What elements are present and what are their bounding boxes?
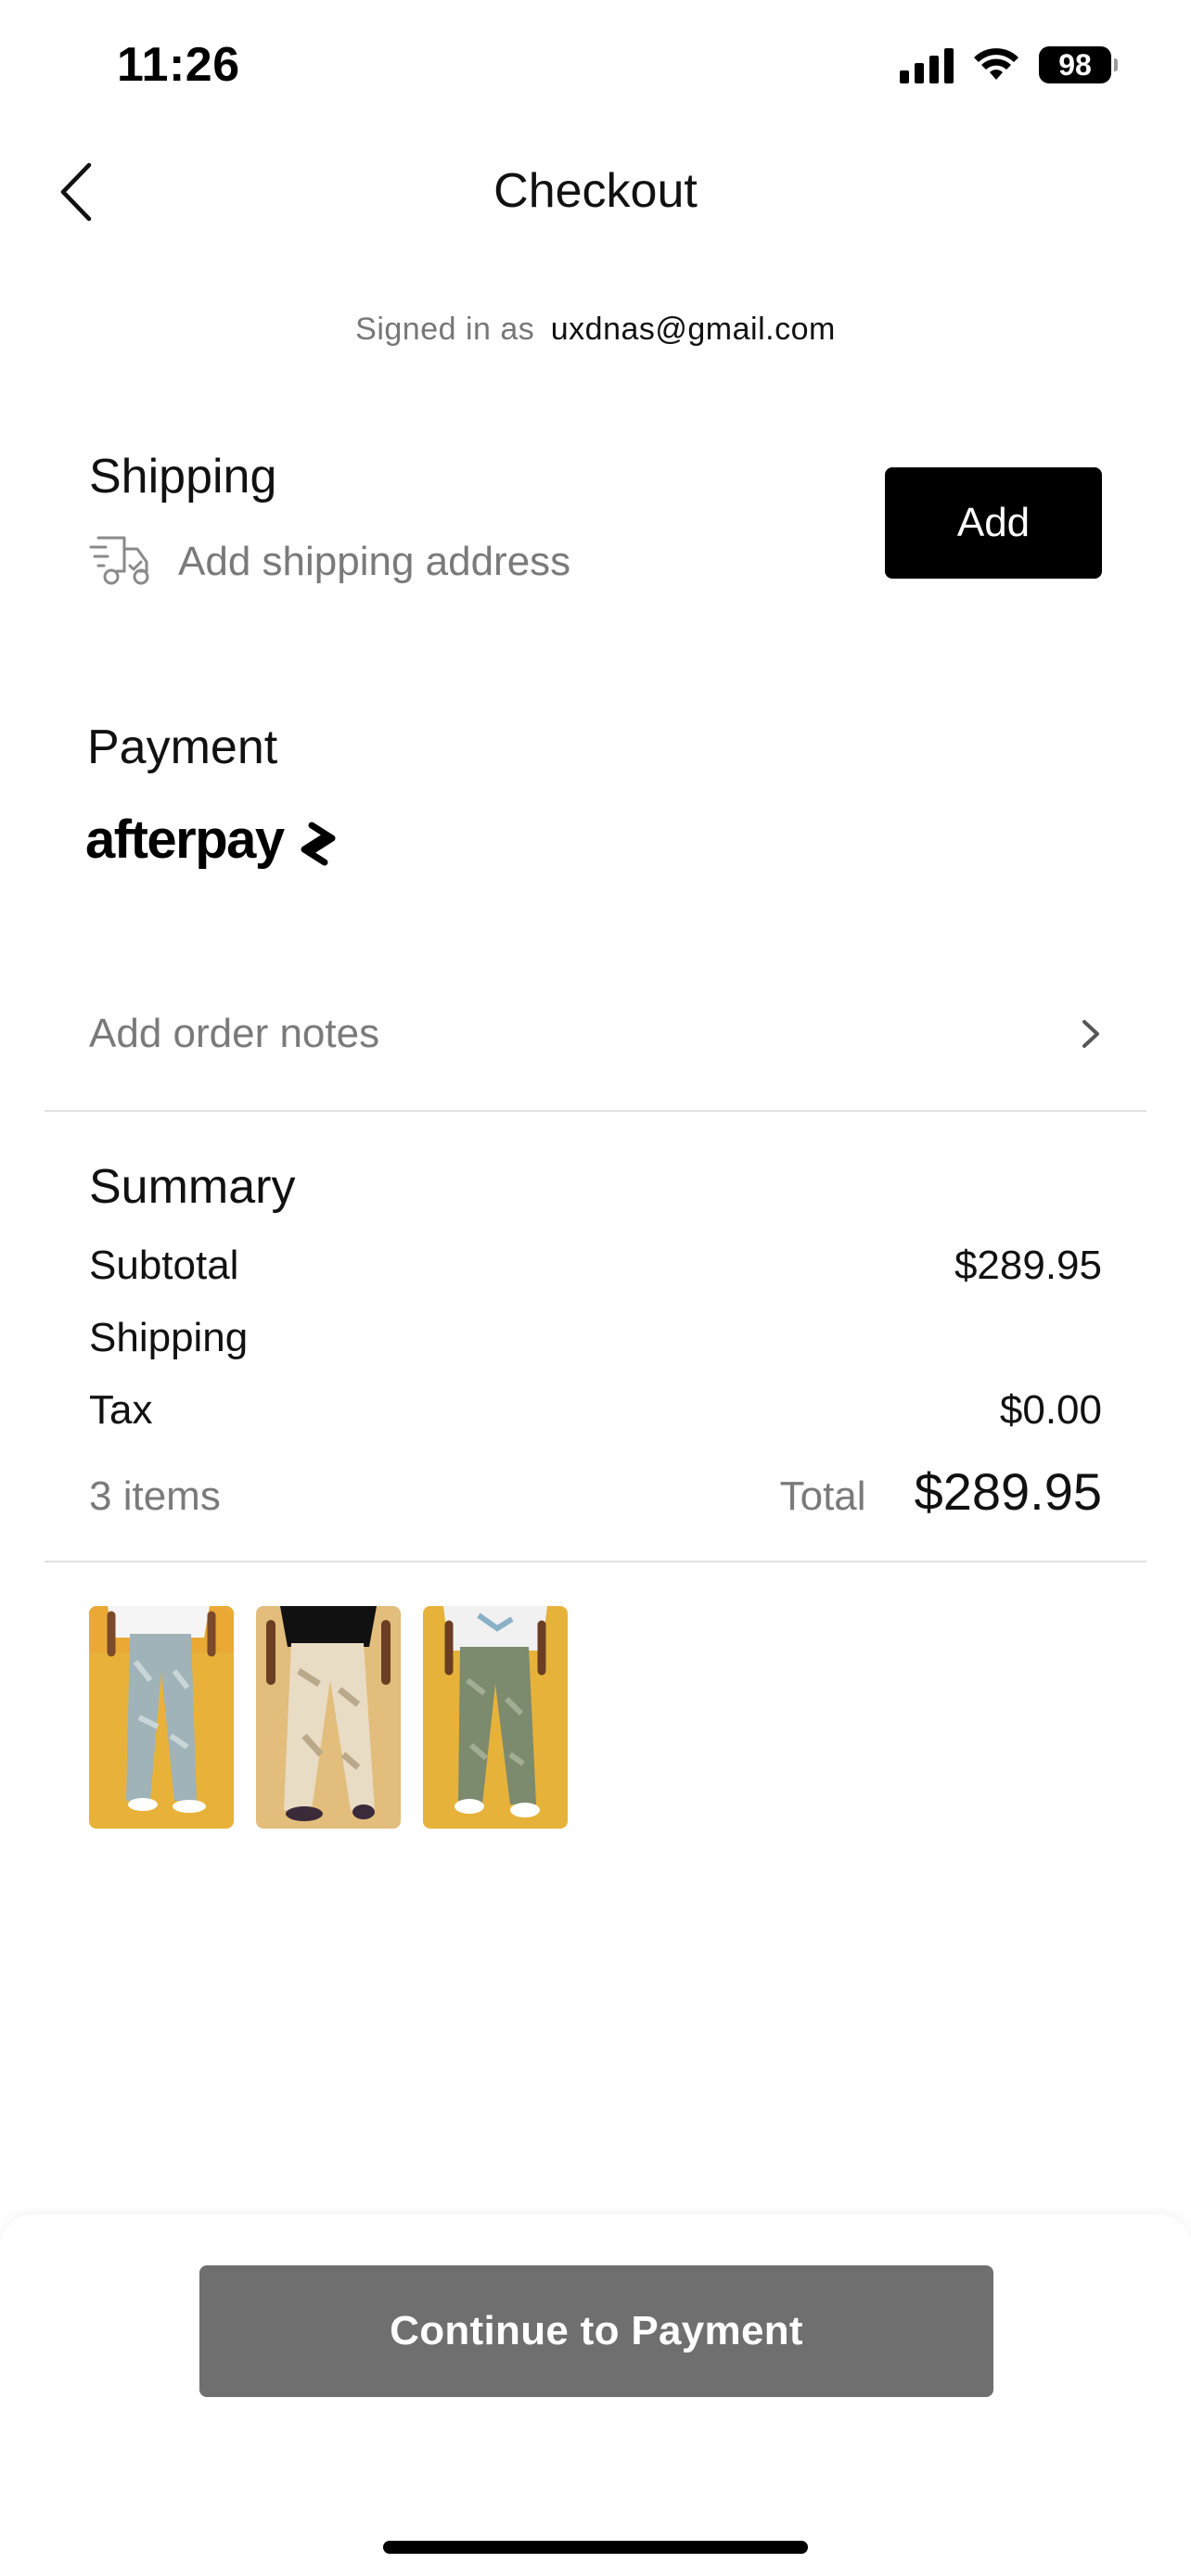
add-shipping-button[interactable]: Add xyxy=(885,467,1102,579)
summary-title: Summary xyxy=(89,1160,296,1214)
checkout-screen: 11:26 98 Checkout Signed in as uxdnas@gm… xyxy=(0,0,1191,2576)
summary-label: Subtotal xyxy=(89,1243,239,1288)
signed-in-info: Signed in as uxdnas@gmail.com xyxy=(0,312,1191,348)
order-notes-row[interactable]: Add order notes xyxy=(89,1001,1102,1066)
summary-value: $289.95 xyxy=(954,1243,1102,1288)
summary-label: Shipping xyxy=(89,1315,249,1360)
summary-row-subtotal: Subtotal $289.95 xyxy=(89,1243,1102,1289)
battery-icon: 98 xyxy=(1039,46,1118,83)
product-thumbnail[interactable] xyxy=(423,1606,568,1829)
cellular-signal-icon xyxy=(900,46,954,83)
afterpay-logo[interactable]: afterpay xyxy=(85,809,351,871)
jeans-image-3 xyxy=(423,1606,568,1829)
total-wrap: Total $289.95 xyxy=(780,1461,1102,1522)
wifi-icon xyxy=(974,48,1018,80)
order-notes-label: Add order notes xyxy=(89,1011,380,1056)
total-value: $289.95 xyxy=(914,1462,1102,1521)
status-time: 11:26 xyxy=(117,38,240,92)
chevron-right-icon xyxy=(1082,1020,1099,1048)
battery-level: 98 xyxy=(1058,47,1092,82)
add-shipping-address-row[interactable]: Add shipping address xyxy=(89,532,570,592)
continue-to-payment-button[interactable]: Continue to Payment xyxy=(199,2265,993,2397)
shipping-title: Shipping xyxy=(89,450,277,504)
home-indicator[interactable] xyxy=(383,2541,808,2554)
items-count: 3 items xyxy=(89,1473,221,1519)
afterpay-wordmark: afterpay xyxy=(85,810,285,870)
summary-value: $0.00 xyxy=(999,1387,1102,1433)
product-thumbnail[interactable] xyxy=(256,1606,401,1829)
signed-in-label: Signed in as xyxy=(355,312,535,347)
account-email: uxdnas@gmail.com xyxy=(550,312,836,347)
product-thumbnail[interactable] xyxy=(89,1606,234,1829)
status-indicators: 98 xyxy=(900,46,1118,83)
total-label: Total xyxy=(779,1473,866,1519)
summary-row-tax: Tax $0.00 xyxy=(89,1387,1102,1434)
delivery-truck-icon xyxy=(89,536,149,585)
afterpay-arrows-icon xyxy=(301,822,336,865)
shipping-placeholder: Add shipping address xyxy=(178,539,571,584)
summary-label: Tax xyxy=(89,1387,153,1433)
jeans-image-2 xyxy=(256,1606,401,1829)
divider xyxy=(45,1110,1146,1112)
payment-title: Payment xyxy=(87,721,278,774)
page-title: Checkout xyxy=(493,164,698,218)
product-thumbnails xyxy=(89,1606,568,1829)
divider xyxy=(45,1561,1146,1562)
summary-row-shipping: Shipping xyxy=(89,1315,1102,1361)
summary-total-row: 3 items Total $289.95 xyxy=(89,1461,1102,1522)
jeans-image-1 xyxy=(89,1606,234,1829)
